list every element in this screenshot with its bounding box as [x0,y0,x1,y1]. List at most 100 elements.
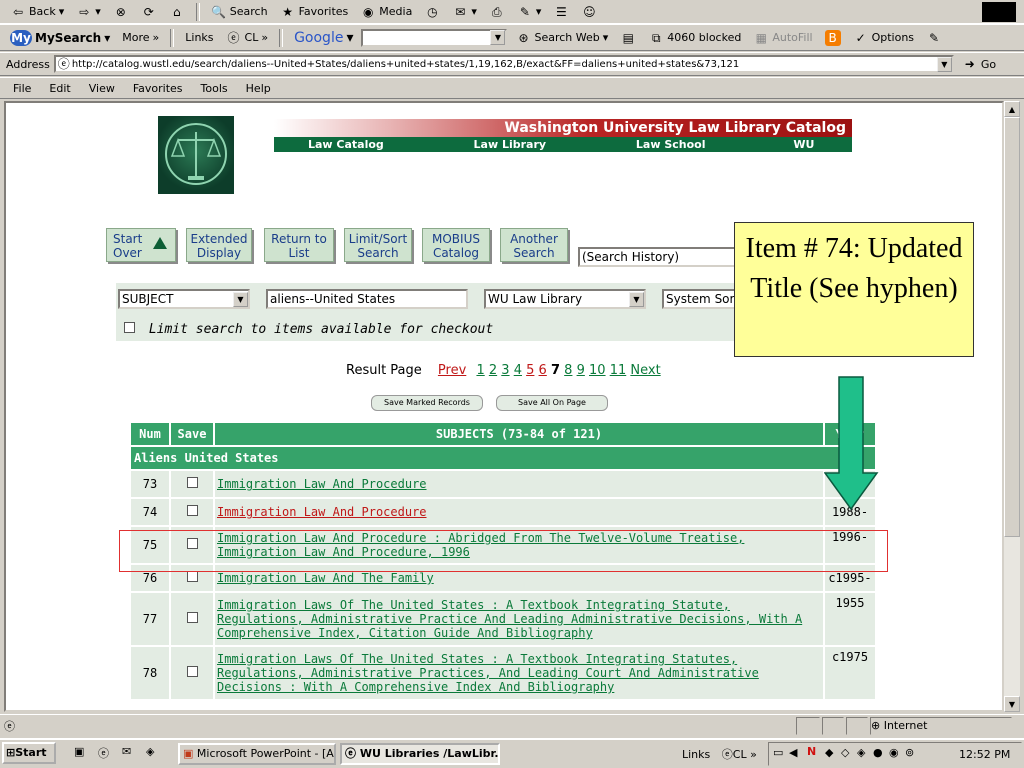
volume-icon[interactable]: ◀ [789,746,797,759]
address-input[interactable]: ⓔ http://catalog.wustl.edu/search/dalien… [53,55,954,73]
search-history-select[interactable]: (Search History) [578,247,738,267]
scroll-thumb[interactable] [1004,117,1020,537]
pencil-button[interactable]: ✎ [922,28,946,48]
tray-app-icon[interactable]: ◉ [889,746,899,759]
show-desktop-icon[interactable]: ▣ [74,745,84,758]
menu-edit[interactable]: Edit [42,82,77,95]
row-title-link[interactable]: Immigration Law And Procedure [217,505,427,519]
autofill-button[interactable]: ▦ AutoFill [749,28,816,48]
page-link[interactable]: 5 [526,363,534,378]
row-save-checkbox[interactable] [186,666,198,677]
row-save-checkbox[interactable] [186,612,198,623]
save-all-on-page-button[interactable]: Save All On Page [496,395,608,411]
menu-favorites[interactable]: Favorites [126,82,190,95]
limit-checkout-option[interactable]: Limit search to items available for chec… [124,322,493,337]
page-link[interactable]: 2 [489,363,497,378]
row-save-checkbox[interactable] [186,477,198,488]
tray-app-icon[interactable]: ◇ [841,746,849,759]
cl-link[interactable]: CL [733,748,747,761]
search-type-select[interactable]: SUBJECT ▼ [118,289,250,309]
page-link[interactable]: 3 [501,363,509,378]
row-save-checkbox[interactable] [186,571,198,582]
refresh-button[interactable]: ⟳ [137,2,161,22]
go-button[interactable]: ➜ Go [958,54,1000,74]
more-button[interactable]: More » [118,28,163,48]
nav-law-library-home[interactable]: Law Library Home [474,137,582,166]
menu-view[interactable]: View [82,82,122,95]
pagerank-button[interactable]: ▤ [616,28,640,48]
ie-quicklaunch-icon[interactable]: ⓔ [98,745,109,761]
edit-button[interactable]: ✎ ▾ [513,2,546,22]
stop-icon: ⊗ [115,4,126,19]
mobius-catalog-button[interactable]: MOBIUS Catalog [422,228,490,262]
media-button[interactable]: ◉ Media [356,2,416,22]
extended-display-button[interactable]: Extended Display [186,228,252,262]
task-powerpoint[interactable]: ▣ Microsoft PowerPoint - [A... [178,743,336,765]
favorites-button[interactable]: ★ Favorites [276,2,353,22]
print-button[interactable]: ⎙ [485,2,509,22]
menu-file[interactable]: File [6,82,38,95]
links-button[interactable]: Links [181,28,217,48]
menu-tools[interactable]: Tools [194,82,235,95]
library-select[interactable]: WU Law Library ▼ [484,289,646,309]
forward-button[interactable]: ⇨ ▾ [72,2,105,22]
page-link[interactable]: 10 [589,363,606,378]
google-button[interactable]: Google ▾ [290,28,357,48]
discuss-button[interactable]: ☰ [549,2,573,22]
page-next-link[interactable]: Next [630,363,660,378]
page-link[interactable]: 1 [476,363,484,378]
page-link[interactable]: 4 [514,363,522,378]
scroll-down-button[interactable]: ▼ [1004,696,1020,712]
page-link[interactable]: 8 [564,363,572,378]
popup-blocked-button[interactable]: ⧉ 4060 blocked [644,28,745,48]
page-prev-link[interactable]: Prev [438,363,466,378]
vertical-scrollbar[interactable]: ▲ ▼ [1004,101,1020,712]
stop-button[interactable]: ⊗ [109,2,133,22]
search-term-input[interactable]: aliens--United States [266,289,468,309]
nav-law-catalog-home[interactable]: Law Catalog Home [308,137,420,166]
outlook-quicklaunch-icon[interactable]: ✉ [122,745,131,758]
options-button[interactable]: ✓ Options [849,28,918,48]
row-title-link[interactable]: Immigration Law And The Family [217,571,434,585]
search-web-button[interactable]: ⊛ Search Web ▾ [511,28,612,48]
save-marked-records-button[interactable]: Save Marked Records [371,395,483,411]
tray-monitor-icon[interactable]: ▭ [773,746,783,759]
task-wu-libraries[interactable]: ⓔ WU Libraries /LawLibr... [340,743,500,765]
scroll-up-button[interactable]: ▲ [1004,101,1020,117]
page-link[interactable]: 9 [577,363,585,378]
row-title-link[interactable]: Immigration Law And Procedure [217,477,427,491]
menu-help[interactable]: Help [239,82,278,95]
another-search-button[interactable]: Another Search [500,228,568,262]
tray-app-icon[interactable]: ◈ [857,746,865,759]
mail-button[interactable]: ✉ ▾ [448,2,481,22]
law-library-logo[interactable] [158,116,234,194]
tray-app-icon[interactable]: ⊚ [905,746,914,759]
start-button[interactable]: ⊞Start [2,742,56,764]
back-button[interactable]: ⇦ Back ▾ [6,2,68,22]
row-save-checkbox[interactable] [186,505,198,516]
row-title-link[interactable]: Immigration Laws Of The United States : … [217,598,802,640]
links-label[interactable]: Links [682,748,710,761]
nav-law-school-home[interactable]: Law School Home [636,137,742,166]
page-link[interactable]: 11 [610,363,627,378]
search-button[interactable]: 🔍 Search [207,2,272,22]
mysearch-button[interactable]: My MySearch ▾ [6,28,114,48]
tray-app-icon[interactable]: ◆ [825,746,833,759]
app-quicklaunch-icon[interactable]: ◈ [146,745,154,758]
nav-wu-home[interactable]: WU Home [793,137,852,166]
page-link[interactable]: 6 [539,363,547,378]
limit-checkout-checkbox[interactable] [124,322,135,333]
google-search-input[interactable]: ▼ [361,28,508,47]
norton-icon[interactable]: N [807,745,816,758]
clock[interactable]: 12:52 PM [959,748,1010,761]
messenger-button[interactable]: ☺ [577,2,601,22]
history-button[interactable]: ◷ [420,2,444,22]
blogger-button[interactable]: B [821,28,845,48]
cl-link[interactable]: ⓔ CL » [222,28,273,48]
home-button[interactable]: ⌂ [165,2,189,22]
limit-sort-search-button[interactable]: Limit/Sort Search [344,228,412,262]
row-title-link[interactable]: Immigration Laws Of The United States : … [217,652,759,694]
tray-app-icon[interactable]: ● [873,746,883,759]
start-over-button[interactable]: Start Over [106,228,176,262]
return-to-list-button[interactable]: Return to List [264,228,334,262]
